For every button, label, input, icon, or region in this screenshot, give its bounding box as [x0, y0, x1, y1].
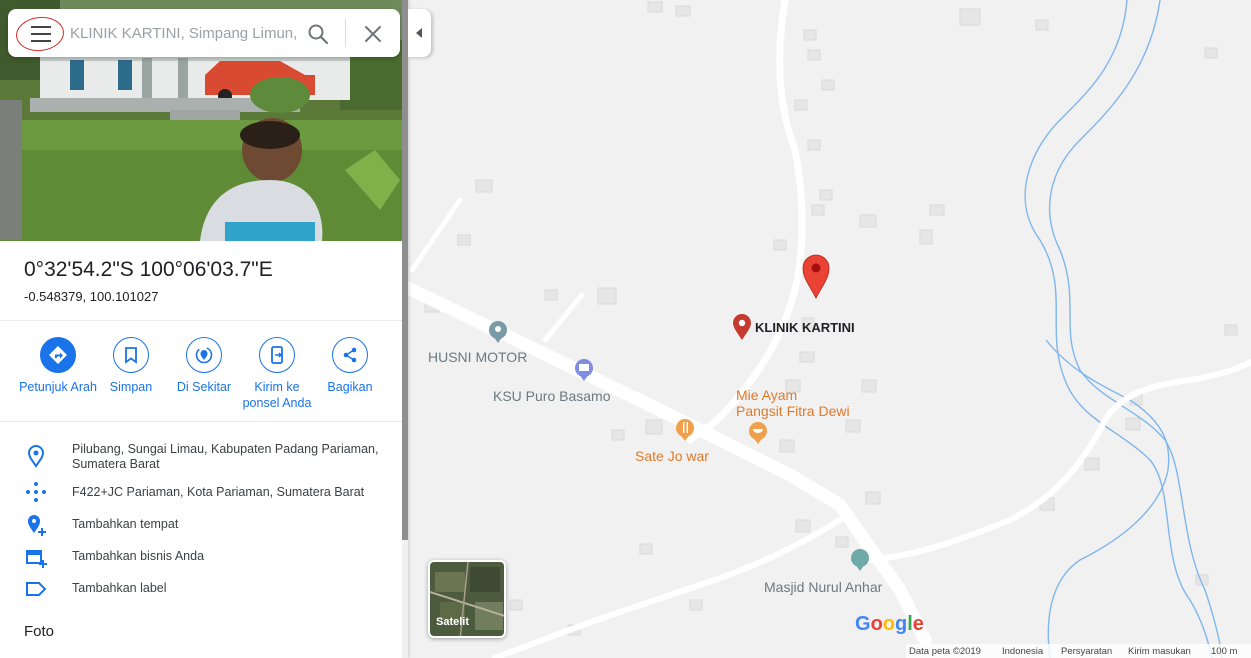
terms-link[interactable]: Persyaratan: [1061, 646, 1112, 657]
directions-icon: [49, 346, 67, 364]
river: [1024, 0, 1223, 658]
address-text: Pilubang, Sungai Limau, Kabupaten Padang…: [72, 442, 379, 471]
place-title-coordinates: 0°32'54.2"S 100°06'03.7"E: [24, 258, 273, 281]
poi-label-mie-ayam-line1[interactable]: Mie Ayam: [736, 387, 797, 403]
save-button[interactable]: Simpan: [91, 337, 171, 395]
location-pin-icon: [27, 445, 45, 468]
search-divider: [345, 19, 346, 47]
menu-button[interactable]: [14, 13, 66, 54]
add-label-text: Tambahkan label: [72, 581, 167, 595]
send-to-phone-button[interactable]: Kirim ke ponsel Anda: [237, 337, 317, 411]
scale-bar-label[interactable]: 100 m: [1211, 646, 1237, 657]
search-box: [8, 9, 400, 57]
share-button[interactable]: Bagikan: [310, 337, 390, 395]
satellite-layer-button[interactable]: Satelit: [428, 560, 506, 638]
directions-button[interactable]: Petunjuk Arah: [18, 337, 98, 395]
nearby-label: Di Sekitar: [176, 380, 232, 394]
plus-code-text: F422+JC Pariaman, Kota Pariaman, Sumater…: [72, 485, 365, 499]
place-header: 0°32'54.2"S 100°06'03.7"E -0.548379, 100…: [24, 258, 273, 304]
send-to-phone-label: Kirim ke ponsel Anda: [242, 380, 312, 410]
scrollbar-thumb[interactable]: [402, 0, 408, 540]
close-icon: [365, 26, 381, 42]
poi-label-klinik-kartini[interactable]: KLINIK KARTINI: [755, 320, 855, 335]
add-place-icon: [28, 515, 46, 536]
feedback-link[interactable]: Kirim masukan: [1128, 646, 1191, 657]
divider: [0, 320, 402, 321]
poi-label-sate[interactable]: Sate Jo war: [635, 448, 709, 464]
add-business-text: Tambahkan bisnis Anda: [72, 549, 205, 563]
collapse-panel-button[interactable]: [408, 9, 431, 57]
poi-label-masjid[interactable]: Masjid Nurul Anhar: [764, 579, 882, 595]
save-label: Simpan: [109, 380, 153, 394]
share-label: Bagikan: [327, 380, 373, 394]
clear-search-button[interactable]: [360, 21, 386, 47]
nearby-icon: [195, 346, 213, 364]
add-business-icon: [26, 550, 47, 568]
google-logo: Google: [855, 613, 924, 635]
satellite-label: Satelit: [436, 616, 470, 628]
poi-label-ksu[interactable]: KSU Puro Basamo: [493, 388, 611, 404]
share-icon: [343, 347, 357, 363]
add-place-text: Tambahkan tempat: [72, 517, 179, 531]
directions-label: Petunjuk Arah: [19, 380, 97, 394]
panel-scrollbar[interactable]: [402, 0, 408, 658]
place-panel: 0°32'54.2"S 100°06'03.7"E -0.548379, 100…: [0, 0, 408, 658]
nearby-button[interactable]: Di Sekitar: [164, 337, 244, 395]
decimal-coordinates[interactable]: -0.548379, 100.101027: [24, 289, 273, 304]
country-link[interactable]: Indonesia: [1002, 646, 1043, 657]
photos-heading: Foto: [24, 623, 55, 640]
search-button[interactable]: [305, 21, 331, 47]
map-footer: Data peta ©2019 Indonesia Persyaratan Ki…: [906, 644, 1251, 658]
poi-label-husni-motor[interactable]: HUSNI MOTOR: [428, 349, 527, 365]
search-icon: [308, 24, 329, 45]
bookmark-icon: [125, 347, 137, 364]
hamburger-menu-icon: [31, 26, 51, 47]
plus-code-icon: [26, 482, 46, 502]
search-input[interactable]: [70, 21, 298, 45]
poi-label-mie-ayam-line2[interactable]: Pangsit Fitra Dewi: [736, 403, 850, 419]
chevron-left-icon: [416, 28, 422, 38]
map-data-credit: Data peta ©2019: [909, 646, 981, 657]
label-icon: [26, 582, 47, 596]
send-to-phone-icon: [271, 346, 283, 364]
divider: [0, 421, 402, 422]
